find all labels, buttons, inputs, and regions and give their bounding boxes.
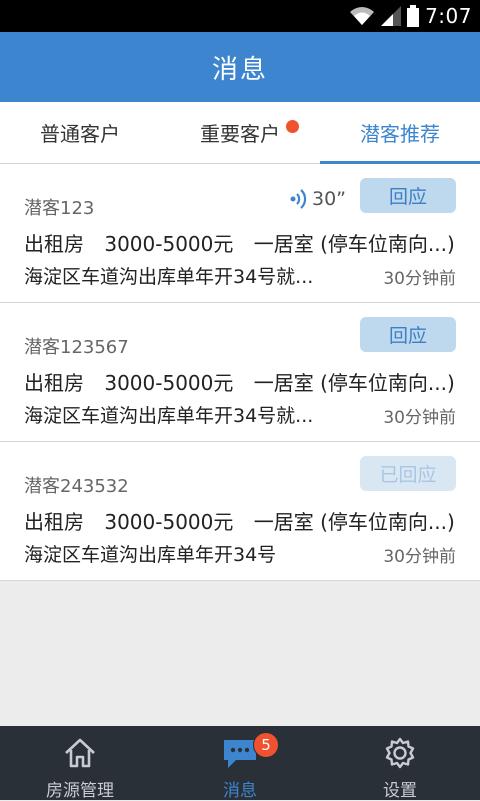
- list-item[interactable]: 潜客123567 回应 出租房 3000-5000元 一居室 (停车位南向...…: [0, 303, 480, 442]
- nav-settings[interactable]: 设置: [320, 726, 480, 801]
- listing-detail: 出租房 3000-5000元 一居室 (停车位南向...): [24, 367, 469, 396]
- listing-price: 3000-5000元: [104, 232, 234, 256]
- home-icon: [63, 736, 97, 774]
- tab-potential-recommendations[interactable]: 潜客推荐: [320, 102, 480, 164]
- listing-layout: 一居室 (停车位南向...): [253, 510, 455, 534]
- replied-button: 已回应: [360, 456, 456, 491]
- timestamp: 30分钟前: [383, 269, 456, 289]
- timestamp: 30分钟前: [383, 547, 456, 567]
- page-title: 消息: [211, 54, 268, 85]
- unread-count-badge: 5: [253, 732, 279, 758]
- signal-icon: [381, 6, 402, 26]
- tab-bar: 普通客户 重要客户 潜客推荐: [0, 102, 480, 164]
- listing-type: 出租房: [24, 510, 84, 534]
- voice-message[interactable]: 30”: [290, 188, 346, 210]
- tab-label: 潜客推荐: [360, 122, 440, 146]
- listing-address: 海淀区车道沟出库单年开34号就...: [24, 405, 314, 427]
- battery-icon: [407, 5, 420, 27]
- tab-label: 普通客户: [40, 122, 120, 146]
- gear-icon: [383, 736, 417, 774]
- timestamp: 30分钟前: [383, 408, 456, 428]
- message-list: 潜客123 30” 回应 出租房 3000-5000元 一居室 (停车位南向..…: [0, 164, 480, 581]
- nav-label: 设置: [383, 781, 417, 801]
- wifi-icon: [349, 6, 375, 26]
- reply-button[interactable]: 回应: [360, 317, 456, 352]
- bottom-nav: 房源管理 5 消息 设置: [0, 726, 480, 801]
- customer-name: 潜客123567: [24, 337, 129, 358]
- status-bar: 7:07: [0, 0, 480, 32]
- nav-label: 房源管理: [46, 781, 114, 801]
- listing-price: 3000-5000元: [104, 371, 234, 395]
- listing-detail: 出租房 3000-5000元 一居室 (停车位南向...): [24, 228, 469, 257]
- customer-name: 潜客123: [24, 198, 95, 219]
- nav-messages[interactable]: 5 消息: [160, 726, 320, 801]
- tab-normal-customers[interactable]: 普通客户: [0, 102, 160, 163]
- nav-property-management[interactable]: 房源管理: [0, 726, 160, 801]
- listing-address: 海淀区车道沟出库单年开34号: [24, 544, 277, 566]
- listing-price: 3000-5000元: [104, 510, 234, 534]
- tab-important-customers[interactable]: 重要客户: [160, 102, 320, 163]
- tab-label: 重要客户: [200, 122, 280, 146]
- nav-label: 消息: [223, 781, 257, 801]
- customer-name: 潜客243532: [24, 476, 129, 497]
- title-bar: 消息: [0, 32, 480, 102]
- unread-dot: [286, 120, 299, 133]
- list-item[interactable]: 潜客243532 已回应 出租房 3000-5000元 一居室 (停车位南向..…: [0, 442, 480, 581]
- reply-button[interactable]: 回应: [360, 178, 456, 213]
- listing-address: 海淀区车道沟出库单年开34号就...: [24, 266, 314, 288]
- list-item[interactable]: 潜客123 30” 回应 出租房 3000-5000元 一居室 (停车位南向..…: [0, 164, 480, 303]
- clock: 7:07: [425, 4, 472, 28]
- voice-duration: 30”: [312, 188, 347, 210]
- listing-type: 出租房: [24, 232, 84, 256]
- voice-icon: [290, 188, 308, 210]
- listing-layout: 一居室 (停车位南向...): [253, 371, 455, 395]
- listing-layout: 一居室 (停车位南向...): [253, 232, 455, 256]
- listing-type: 出租房: [24, 371, 84, 395]
- listing-detail: 出租房 3000-5000元 一居室 (停车位南向...): [24, 506, 469, 535]
